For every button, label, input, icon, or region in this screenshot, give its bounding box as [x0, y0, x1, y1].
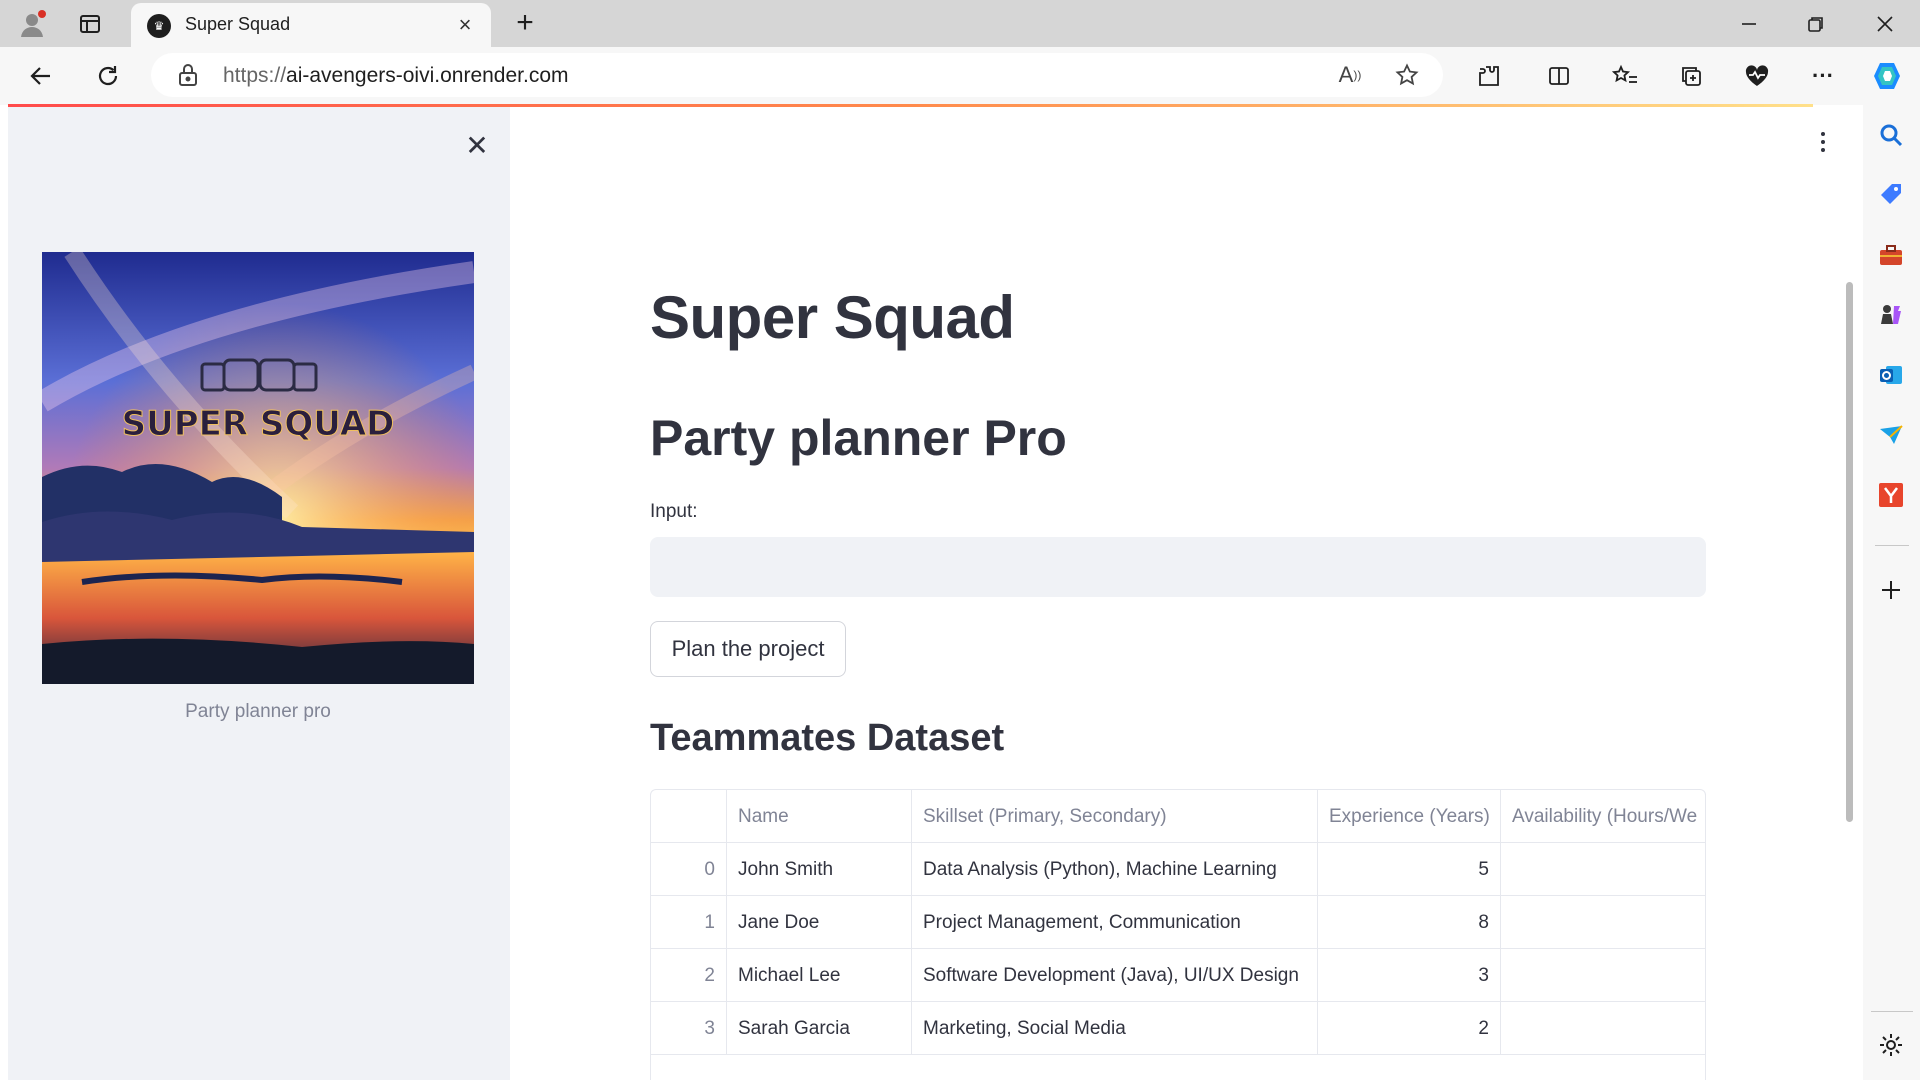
new-tab-icon[interactable]: +	[506, 4, 544, 42]
svg-text:SUPER SQUAD: SUPER SQUAD	[122, 404, 395, 444]
send-paper-plane-icon[interactable]	[1876, 420, 1906, 450]
row-index: 3	[651, 1002, 727, 1055]
tab-actions-icon[interactable]	[74, 8, 106, 40]
row-index: 2	[651, 949, 727, 1002]
collections-icon[interactable]	[1674, 59, 1708, 93]
minimize-icon[interactable]	[1714, 0, 1784, 47]
table-row[interactable]: 2 Michael Lee Software Development (Java…	[651, 949, 1705, 1002]
row-index: 0	[651, 843, 727, 896]
url-bar[interactable]: https://ai-avengers-oivi.onrender.com A)…	[151, 53, 1443, 97]
cell-availability[interactable]	[1501, 896, 1705, 949]
table-row[interactable]: 1 Jane Doe Project Management, Communica…	[651, 896, 1705, 949]
cell-availability[interactable]	[1501, 843, 1705, 896]
tab-title: Super Squad	[185, 14, 291, 34]
browser-tab-strip: ♛ Super Squad × +	[0, 0, 1920, 47]
cell-name[interactable]: Sarah Garcia	[727, 1002, 912, 1055]
column-header-experience[interactable]: Experience (Years)	[1318, 790, 1501, 843]
cell-name[interactable]: Jane Doe	[727, 896, 912, 949]
table-row[interactable]: 3 Sarah Garcia Marketing, Social Media 2	[651, 1002, 1705, 1055]
extensions-icon[interactable]	[1472, 59, 1506, 93]
table-row-partial[interactable]	[651, 1055, 1705, 1080]
url-text[interactable]: https://ai-avengers-oivi.onrender.com	[223, 64, 569, 88]
split-screen-icon[interactable]	[1542, 59, 1576, 93]
app-menu-icon[interactable]	[1811, 127, 1835, 157]
games-chess-icon[interactable]	[1876, 300, 1906, 330]
dataset-heading: Teammates Dataset	[650, 717, 1005, 759]
cell-experience[interactable]: 5	[1318, 843, 1501, 896]
app-sidebar: ✕ SUPER SQUAD Party planner pro	[8, 107, 510, 1080]
page-title: Super Squad	[650, 284, 1015, 351]
outlook-icon[interactable]	[1876, 360, 1906, 390]
browser-essentials-icon[interactable]	[1740, 59, 1774, 93]
column-header-availability[interactable]: Availability (Hours/We	[1501, 790, 1705, 843]
sidebar-divider	[1871, 1011, 1913, 1012]
cell-experience[interactable]: 2	[1318, 1002, 1501, 1055]
active-tab[interactable]: ♛ Super Squad ×	[131, 3, 491, 47]
table-header-row: Name Skillset (Primary, Secondary) Exper…	[651, 790, 1705, 843]
plan-project-button[interactable]: Plan the project	[650, 621, 846, 677]
project-input[interactable]	[650, 537, 1706, 597]
restore-icon[interactable]	[1781, 0, 1851, 47]
favorites-list-icon[interactable]	[1608, 59, 1642, 93]
cell-skillset[interactable]: Data Analysis (Python), Machine Learning	[912, 843, 1318, 896]
lock-icon[interactable]	[177, 63, 201, 87]
cell-experience[interactable]: 8	[1318, 896, 1501, 949]
page-scrollbar[interactable]	[1846, 282, 1853, 822]
cell-skillset[interactable]: Software Development (Java), UI/UX Desig…	[912, 949, 1318, 1002]
profile-avatar-icon[interactable]	[14, 6, 50, 42]
back-arrow-icon[interactable]	[24, 59, 58, 93]
settings-gear-icon[interactable]	[1876, 1030, 1906, 1060]
close-window-icon[interactable]	[1850, 0, 1920, 47]
read-aloud-icon[interactable]: A))	[1335, 60, 1365, 90]
image-caption: Party planner pro	[185, 701, 331, 722]
close-tab-icon[interactable]: ×	[451, 11, 479, 39]
cell-experience[interactable]: 3	[1318, 949, 1501, 1002]
add-icon[interactable]	[1876, 575, 1906, 605]
reload-icon[interactable]	[91, 59, 125, 93]
tools-toolbox-icon[interactable]	[1876, 240, 1906, 270]
cell-name[interactable]: John Smith	[727, 843, 912, 896]
y-app-icon[interactable]	[1876, 480, 1906, 510]
more-options-icon[interactable]: ···	[1806, 59, 1840, 93]
cell-skillset[interactable]: Marketing, Social Media	[912, 1002, 1318, 1055]
streamlit-crown-icon: ♛	[147, 14, 171, 38]
super-squad-logo-image: SUPER SQUAD	[42, 252, 474, 684]
cell-name[interactable]: Michael Lee	[727, 949, 912, 1002]
copilot-icon[interactable]	[1868, 57, 1906, 95]
shopping-tag-icon[interactable]	[1876, 180, 1906, 210]
teammates-table[interactable]: Name Skillset (Primary, Secondary) Exper…	[650, 789, 1706, 1080]
table-row[interactable]: 0 John Smith Data Analysis (Python), Mac…	[651, 843, 1705, 896]
address-toolbar: https://ai-avengers-oivi.onrender.com A)…	[0, 47, 1920, 105]
search-icon[interactable]	[1876, 120, 1906, 150]
cell-skillset[interactable]: Project Management, Communication	[912, 896, 1318, 949]
input-label: Input:	[650, 501, 698, 522]
cell-availability[interactable]	[1501, 1002, 1705, 1055]
page-subtitle: Party planner Pro	[650, 410, 1067, 466]
app-main: Super Squad Party planner Pro Input: Pla…	[510, 107, 1853, 1080]
close-sidebar-icon[interactable]: ✕	[460, 129, 494, 163]
edge-sidebar	[1863, 105, 1920, 1080]
sidebar-divider	[1875, 545, 1909, 546]
row-index: 1	[651, 896, 727, 949]
column-header-skillset[interactable]: Skillset (Primary, Secondary)	[912, 790, 1318, 843]
column-header-name[interactable]: Name	[727, 790, 912, 843]
column-header-index[interactable]	[651, 790, 727, 843]
cell-availability[interactable]	[1501, 949, 1705, 1002]
favorite-star-icon[interactable]	[1392, 60, 1422, 90]
